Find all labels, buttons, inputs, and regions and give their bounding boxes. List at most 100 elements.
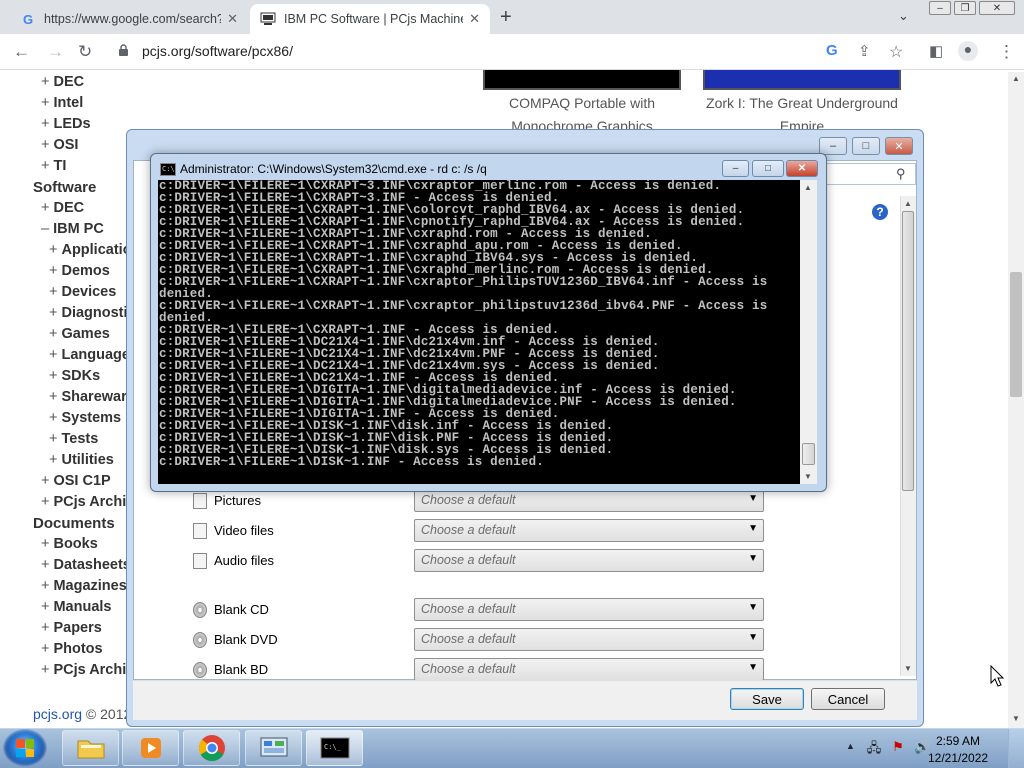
- scroll-up-arrow-icon[interactable]: ▲: [904, 199, 912, 208]
- expand-icon[interactable]: +: [49, 368, 57, 384]
- dialog-close-button[interactable]: ✕: [885, 137, 913, 155]
- sidebar-item[interactable]: + Books: [41, 536, 98, 552]
- cmd-scrollbar-thumb[interactable]: [802, 443, 815, 465]
- sidebar-item[interactable]: + DEC: [41, 74, 84, 90]
- dialog-maximize-button[interactable]: □: [852, 137, 880, 155]
- show-hidden-icons-icon[interactable]: ▲: [846, 741, 855, 751]
- scroll-up-arrow-icon[interactable]: ▲: [1012, 74, 1020, 83]
- expand-icon[interactable]: +: [41, 473, 49, 489]
- share-icon[interactable]: ⇪: [858, 42, 871, 60]
- expand-icon[interactable]: +: [41, 578, 49, 594]
- expand-icon[interactable]: +: [41, 137, 49, 153]
- tab-pcjs[interactable]: IBM PC Software | PCjs Machines ✕: [250, 4, 490, 34]
- search-icon[interactable]: ⚲: [896, 166, 906, 182]
- bookmark-star-icon[interactable]: ☆: [889, 42, 903, 62]
- expand-icon[interactable]: +: [49, 263, 57, 279]
- cancel-button[interactable]: Cancel: [811, 688, 885, 710]
- sidebar-item[interactable]: + Systems: [49, 410, 121, 426]
- expand-icon[interactable]: +: [41, 158, 49, 174]
- console-output[interactable]: c:DRIVER~1\FILERE~1\CXRAPT~3.INF\cxrapto…: [158, 180, 800, 484]
- new-tab-button[interactable]: +: [500, 6, 512, 29]
- tab-search-chevron-icon[interactable]: ⌄: [898, 8, 909, 24]
- sidebar-item[interactable]: + Games: [49, 326, 110, 342]
- sidebar-item[interactable]: + DEC: [41, 200, 84, 216]
- restore-window-button[interactable]: ❐: [954, 1, 976, 15]
- action-center-icon[interactable]: ⚑: [890, 739, 906, 755]
- cmd-close-button[interactable]: ✕: [786, 160, 818, 177]
- scroll-down-arrow-icon[interactable]: ▼: [1012, 714, 1020, 723]
- default-action-select[interactable]: Choose a default ▼: [414, 598, 764, 621]
- page-scrollbar[interactable]: [1008, 72, 1024, 728]
- side-panel-icon[interactable]: ◧: [929, 42, 943, 60]
- collapse-icon[interactable]: –: [41, 221, 49, 237]
- sidebar-item[interactable]: + Languages: [49, 347, 138, 363]
- taskbar-control-panel[interactable]: [245, 730, 302, 766]
- default-action-select[interactable]: Choose a default ▼: [414, 628, 764, 651]
- minimize-window-button[interactable]: –: [929, 1, 951, 15]
- show-desktop-button[interactable]: [1008, 729, 1024, 768]
- sidebar-item[interactable]: + TI: [41, 158, 66, 174]
- cmd-minimize-button[interactable]: –: [722, 160, 749, 177]
- close-tab-icon[interactable]: ✕: [227, 11, 238, 27]
- default-action-select[interactable]: Choose a default ▼: [414, 519, 764, 542]
- expand-icon[interactable]: +: [41, 557, 49, 573]
- expand-icon[interactable]: +: [49, 410, 57, 426]
- taskbar-clock[interactable]: 2:59 AM 12/21/2022: [928, 733, 988, 767]
- dropdown-arrow-icon[interactable]: ▼: [748, 632, 758, 643]
- sidebar-item[interactable]: + Papers: [41, 620, 102, 636]
- sidebar-item[interactable]: + Shareware: [49, 389, 135, 405]
- dialog-scrollbar-thumb[interactable]: [902, 211, 914, 491]
- page-scrollbar-thumb[interactable]: [1010, 272, 1022, 397]
- back-arrow-icon[interactable]: ←: [13, 42, 30, 62]
- reload-icon[interactable]: ↻: [78, 42, 92, 62]
- expand-icon[interactable]: +: [41, 641, 49, 657]
- expand-icon[interactable]: +: [41, 599, 49, 615]
- taskbar-media-player[interactable]: [122, 730, 179, 766]
- default-action-select[interactable]: Choose a default ▼: [414, 658, 764, 681]
- expand-icon[interactable]: +: [41, 200, 49, 216]
- tab-google-search[interactable]: G https://www.google.com/search?q= ✕: [10, 4, 248, 34]
- expand-icon[interactable]: +: [49, 389, 57, 405]
- sidebar-item[interactable]: + LEDs: [41, 116, 91, 132]
- sidebar-item[interactable]: + Intel: [41, 95, 83, 111]
- sidebar-item[interactable]: + Tests: [49, 431, 98, 447]
- close-tab-icon[interactable]: ✕: [469, 11, 480, 27]
- network-icon[interactable]: 🖧: [866, 739, 882, 755]
- sidebar-item[interactable]: + Devices: [49, 284, 116, 300]
- address-bar[interactable]: pcjs.org/software/pcx86/: [142, 43, 293, 59]
- cmd-maximize-button[interactable]: □: [752, 160, 784, 177]
- taskbar-explorer[interactable]: [62, 730, 119, 766]
- scroll-down-arrow-icon[interactable]: ▼: [804, 472, 812, 481]
- sidebar-item[interactable]: + Utilities: [49, 452, 114, 468]
- expand-icon[interactable]: +: [49, 431, 57, 447]
- expand-icon[interactable]: +: [41, 536, 49, 552]
- sidebar-item[interactable]: + Photos: [41, 641, 103, 657]
- sidebar-item[interactable]: + OSI: [41, 137, 78, 153]
- dropdown-arrow-icon[interactable]: ▼: [748, 553, 758, 564]
- start-button[interactable]: [3, 729, 47, 767]
- sidebar-section-heading[interactable]: Software: [33, 179, 96, 196]
- footer-link[interactable]: pcjs.org: [33, 706, 82, 722]
- taskbar-chrome[interactable]: [183, 730, 240, 766]
- sidebar-item[interactable]: – IBM PC: [41, 221, 104, 237]
- compaq-thumbnail[interactable]: [483, 70, 681, 90]
- profile-avatar-icon[interactable]: ●: [958, 41, 978, 61]
- expand-icon[interactable]: +: [41, 494, 49, 510]
- expand-icon[interactable]: +: [49, 284, 57, 300]
- cmd-scrollbar[interactable]: [800, 180, 817, 484]
- dropdown-arrow-icon[interactable]: ▼: [748, 523, 758, 534]
- dropdown-arrow-icon[interactable]: ▼: [748, 602, 758, 613]
- sidebar-item[interactable]: + Magazines: [41, 578, 127, 594]
- expand-icon[interactable]: +: [41, 620, 49, 636]
- sidebar-item[interactable]: + SDKs: [49, 368, 100, 384]
- dropdown-arrow-icon[interactable]: ▼: [748, 493, 758, 504]
- expand-icon[interactable]: +: [49, 326, 57, 342]
- expand-icon[interactable]: +: [49, 242, 57, 258]
- sidebar-section-heading[interactable]: Documents: [33, 515, 115, 532]
- dropdown-arrow-icon[interactable]: ▼: [748, 662, 758, 673]
- expand-icon[interactable]: +: [41, 116, 49, 132]
- sidebar-item[interactable]: + Manuals: [41, 599, 111, 615]
- sidebar-item[interactable]: + Datasheets: [41, 557, 131, 573]
- expand-icon[interactable]: +: [41, 95, 49, 111]
- zork-thumbnail[interactable]: [703, 70, 901, 90]
